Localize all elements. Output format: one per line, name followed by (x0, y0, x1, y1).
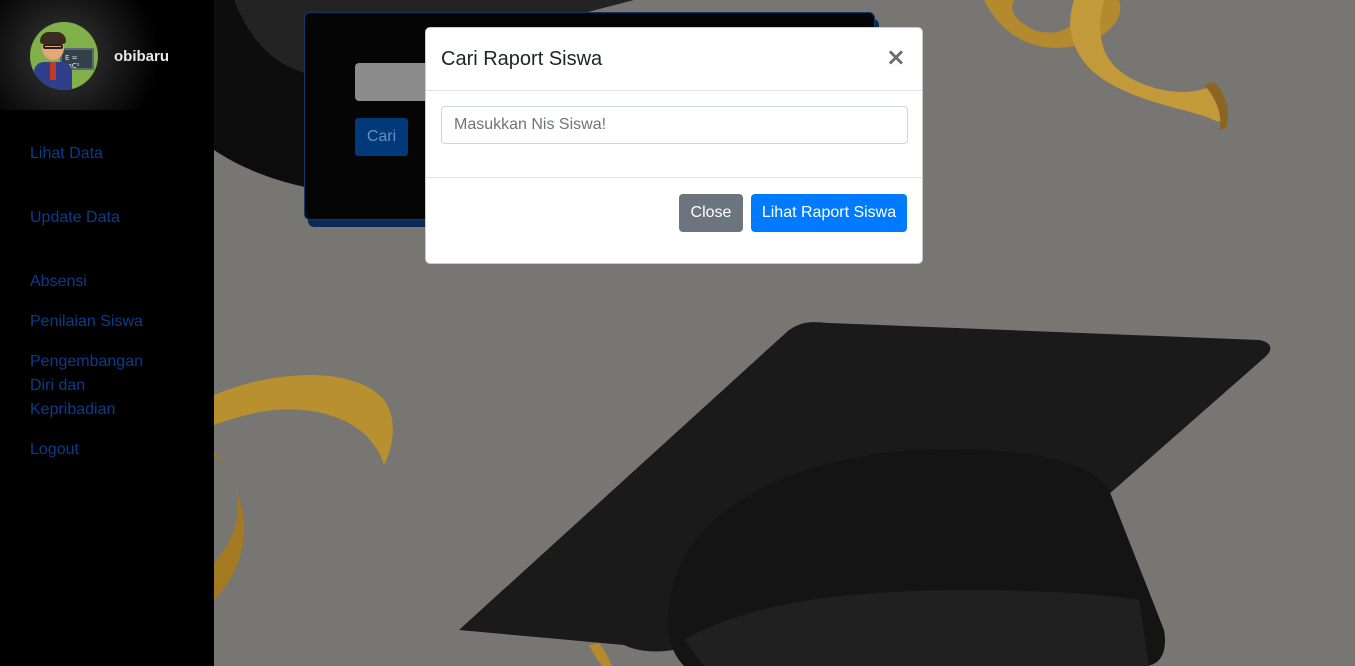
modal-header: Cari Raport Siswa × (426, 28, 922, 91)
nis-input[interactable] (441, 106, 908, 144)
modal-footer: Close Lihat Raport Siswa (426, 177, 922, 264)
view-report-button[interactable]: Lihat Raport Siswa (751, 194, 907, 232)
close-icon[interactable]: × (886, 45, 906, 69)
modal-title: Cari Raport Siswa (441, 48, 603, 70)
close-button[interactable]: Close (679, 194, 743, 232)
search-report-modal: Cari Raport Siswa × Close Lihat Raport S… (425, 27, 923, 264)
